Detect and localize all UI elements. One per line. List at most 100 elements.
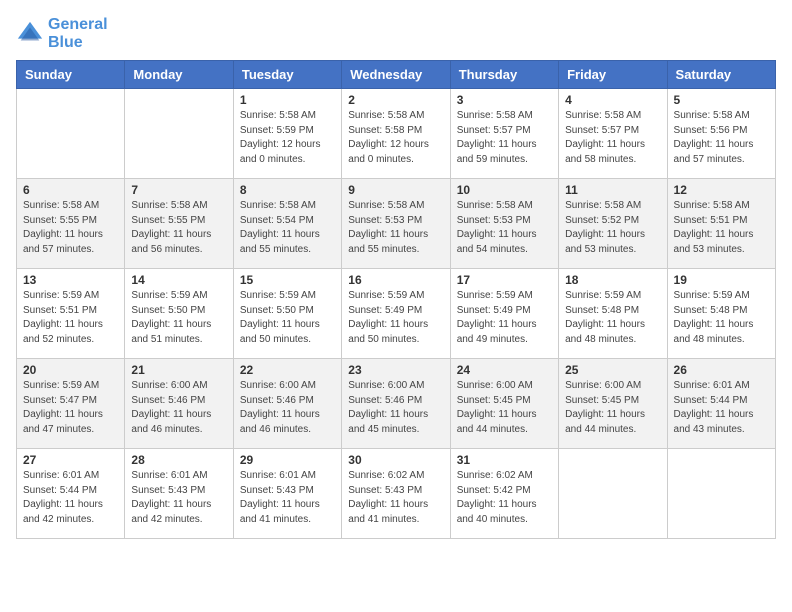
day-number: 4 [565,93,660,107]
day-info: Sunrise: 6:01 AM Sunset: 5:44 PM Dayligh… [674,379,769,437]
day-info: Sunrise: 5:58 AM Sunset: 5:57 PM Dayligh… [565,109,660,167]
calendar-cell: 15Sunrise: 5:59 AM Sunset: 5:50 PM Dayli… [233,269,341,359]
day-info: Sunrise: 6:01 AM Sunset: 5:43 PM Dayligh… [131,469,226,527]
day-info: Sunrise: 5:59 AM Sunset: 5:49 PM Dayligh… [348,289,443,347]
day-number: 11 [565,183,660,197]
day-number: 2 [348,93,443,107]
day-info: Sunrise: 5:59 AM Sunset: 5:50 PM Dayligh… [131,289,226,347]
day-number: 31 [457,453,552,467]
day-info: Sunrise: 5:58 AM Sunset: 5:59 PM Dayligh… [240,109,335,167]
calendar-cell: 5 Sunrise: 5:58 AM Sunset: 5:56 PM Daylig… [667,89,775,179]
weekday-header-tuesday: Tuesday [233,61,341,89]
day-info: Sunrise: 6:00 AM Sunset: 5:46 PM Dayligh… [131,379,226,437]
weekday-header-row: SundayMondayTuesdayWednesdayThursdayFrid… [17,61,776,89]
day-number: 29 [240,453,335,467]
calendar-cell: 18 Sunrise: 5:59 AM Sunset: 5:48 PM Dayli… [559,269,667,359]
day-info: Sunrise: 6:02 AM Sunset: 5:42 PM Dayligh… [457,469,552,527]
calendar-cell: 6 Sunrise: 5:58 AM Sunset: 5:55 PM Daylig… [17,179,125,269]
calendar-cell: 28 Sunrise: 6:01 AM Sunset: 5:43 PM Dayli… [125,449,233,539]
weekday-header-thursday: Thursday [450,61,558,89]
calendar-cell: 3 Sunrise: 5:58 AM Sunset: 5:57 PM Daylig… [450,89,558,179]
day-info: Sunrise: 5:59 AM Sunset: 5:47 PM Dayligh… [23,379,118,437]
calendar-table: SundayMondayTuesdayWednesdayThursdayFrid… [16,60,776,539]
calendar-cell: 22 Sunrise: 6:00 AM Sunset: 5:46 PM Dayli… [233,359,341,449]
calendar-cell: 7 Sunrise: 5:58 AM Sunset: 5:55 PM Daylig… [125,179,233,269]
day-info: Sunrise: 6:00 AM Sunset: 5:46 PM Dayligh… [348,379,443,437]
calendar-cell: 17 Sunrise: 5:59 AM Sunset: 5:49 PM Dayli… [450,269,558,359]
day-number: 16 [348,273,443,287]
calendar-cell: 27Sunrise: 6:01 AM Sunset: 5:44 PM Dayli… [17,449,125,539]
day-info: Sunrise: 6:01 AM Sunset: 5:43 PM Dayligh… [240,469,335,527]
page-header: General Blue [16,16,776,52]
calendar-cell: 25Sunrise: 6:00 AM Sunset: 5:45 PM Dayli… [559,359,667,449]
calendar-cell [17,89,125,179]
calendar-cell: 13 Sunrise: 5:59 AM Sunset: 5:51 PM Dayli… [17,269,125,359]
day-number: 26 [674,363,769,377]
calendar-cell: 19 Sunrise: 5:59 AM Sunset: 5:48 PM Dayli… [667,269,775,359]
day-number: 28 [131,453,226,467]
calendar-cell: 2 Sunrise: 5:58 AM Sunset: 5:58 PM Daylig… [342,89,450,179]
calendar-cell: 29 Sunrise: 6:01 AM Sunset: 5:43 PM Dayli… [233,449,341,539]
week-row-5: 27Sunrise: 6:01 AM Sunset: 5:44 PM Dayli… [17,449,776,539]
day-number: 24 [457,363,552,377]
day-number: 17 [457,273,552,287]
day-info: Sunrise: 5:58 AM Sunset: 5:56 PM Dayligh… [674,109,769,167]
day-number: 13 [23,273,118,287]
calendar-cell [559,449,667,539]
week-row-4: 20Sunrise: 5:59 AM Sunset: 5:47 PM Dayli… [17,359,776,449]
day-number: 22 [240,363,335,377]
day-number: 18 [565,273,660,287]
logo-icon [16,20,44,48]
calendar-cell: 8 Sunrise: 5:58 AM Sunset: 5:54 PM Daylig… [233,179,341,269]
calendar-cell: 26 Sunrise: 6:01 AM Sunset: 5:44 PM Dayli… [667,359,775,449]
day-info: Sunrise: 6:02 AM Sunset: 5:43 PM Dayligh… [348,469,443,527]
day-number: 25 [565,363,660,377]
logo: General Blue [16,16,108,52]
calendar-cell: 16 Sunrise: 5:59 AM Sunset: 5:49 PM Dayli… [342,269,450,359]
day-info: Sunrise: 5:58 AM Sunset: 5:53 PM Dayligh… [457,199,552,257]
day-info: Sunrise: 5:58 AM Sunset: 5:51 PM Dayligh… [674,199,769,257]
day-info: Sunrise: 5:58 AM Sunset: 5:54 PM Dayligh… [240,199,335,257]
day-number: 8 [240,183,335,197]
day-info: Sunrise: 5:58 AM Sunset: 5:57 PM Dayligh… [457,109,552,167]
day-info: Sunrise: 5:59 AM Sunset: 5:48 PM Dayligh… [674,289,769,347]
calendar-cell: 10Sunrise: 5:58 AM Sunset: 5:53 PM Dayli… [450,179,558,269]
weekday-header-wednesday: Wednesday [342,61,450,89]
calendar-cell: 11Sunrise: 5:58 AM Sunset: 5:52 PM Dayli… [559,179,667,269]
weekday-header-monday: Monday [125,61,233,89]
day-info: Sunrise: 6:01 AM Sunset: 5:44 PM Dayligh… [23,469,118,527]
calendar-cell: 23 Sunrise: 6:00 AM Sunset: 5:46 PM Dayli… [342,359,450,449]
week-row-3: 13 Sunrise: 5:59 AM Sunset: 5:51 PM Dayli… [17,269,776,359]
calendar-cell: 20Sunrise: 5:59 AM Sunset: 5:47 PM Dayli… [17,359,125,449]
calendar-cell: 31 Sunrise: 6:02 AM Sunset: 5:42 PM Dayli… [450,449,558,539]
day-info: Sunrise: 5:58 AM Sunset: 5:58 PM Dayligh… [348,109,443,167]
day-number: 1 [240,93,335,107]
day-info: Sunrise: 5:59 AM Sunset: 5:51 PM Dayligh… [23,289,118,347]
day-number: 3 [457,93,552,107]
day-info: Sunrise: 5:59 AM Sunset: 5:48 PM Dayligh… [565,289,660,347]
calendar-cell: 14 Sunrise: 5:59 AM Sunset: 5:50 PM Dayli… [125,269,233,359]
calendar-cell: 12 Sunrise: 5:58 AM Sunset: 5:51 PM Dayli… [667,179,775,269]
day-info: Sunrise: 5:58 AM Sunset: 5:55 PM Dayligh… [23,199,118,257]
weekday-header-sunday: Sunday [17,61,125,89]
calendar-cell [125,89,233,179]
day-number: 21 [131,363,226,377]
day-number: 23 [348,363,443,377]
day-info: Sunrise: 5:59 AM Sunset: 5:50 PM Dayligh… [240,289,335,347]
day-number: 30 [348,453,443,467]
day-number: 9 [348,183,443,197]
calendar-cell: 1 Sunrise: 5:58 AM Sunset: 5:59 PM Daylig… [233,89,341,179]
day-number: 14 [131,273,226,287]
day-number: 12 [674,183,769,197]
day-number: 19 [674,273,769,287]
day-number: 5 [674,93,769,107]
day-info: Sunrise: 5:58 AM Sunset: 5:53 PM Dayligh… [348,199,443,257]
day-info: Sunrise: 5:59 AM Sunset: 5:49 PM Dayligh… [457,289,552,347]
day-info: Sunrise: 6:00 AM Sunset: 5:46 PM Dayligh… [240,379,335,437]
calendar-cell: 4 Sunrise: 5:58 AM Sunset: 5:57 PM Daylig… [559,89,667,179]
calendar-cell: 21 Sunrise: 6:00 AM Sunset: 5:46 PM Dayli… [125,359,233,449]
day-number: 6 [23,183,118,197]
day-info: Sunrise: 5:58 AM Sunset: 5:55 PM Dayligh… [131,199,226,257]
week-row-2: 6 Sunrise: 5:58 AM Sunset: 5:55 PM Daylig… [17,179,776,269]
day-number: 7 [131,183,226,197]
